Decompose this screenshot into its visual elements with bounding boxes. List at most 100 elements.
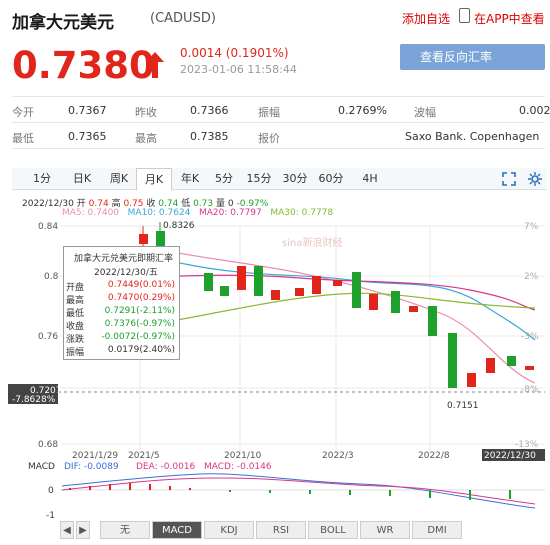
min-label: 0.7151	[447, 401, 479, 411]
stat-value: 0.7366	[190, 104, 229, 117]
candle	[507, 356, 516, 366]
divider	[12, 122, 545, 123]
tab-wr[interactable]: WR	[360, 521, 410, 539]
candle	[409, 306, 418, 312]
tab-30min[interactable]: 30分	[280, 168, 310, 190]
scroll-right-button[interactable]: ▶	[76, 521, 90, 539]
pct-tick: 7%	[524, 222, 539, 232]
tab-yearly[interactable]: 年K	[175, 168, 205, 190]
tab-daily[interactable]: 日K	[67, 168, 97, 190]
stat-value: 0.7365	[68, 130, 107, 143]
macd-dea: DEA: -0.0016	[136, 462, 196, 472]
max-label: 0.8326	[163, 221, 195, 231]
tab-dmi[interactable]: DMI	[412, 521, 462, 539]
tab-monthly[interactable]: 月K	[136, 168, 172, 191]
tooltip-key: 最高	[66, 296, 85, 306]
candle	[312, 276, 321, 294]
tooltip-value: 0.7470(0.29%)	[107, 293, 175, 303]
tab-rsi[interactable]: RSI	[256, 521, 306, 539]
price-change: 0.0014 (0.1901%)	[180, 46, 289, 60]
candle	[352, 272, 361, 308]
y-tick: 0.8	[44, 272, 59, 282]
macd-value: MACD: -0.0146	[204, 462, 272, 472]
macd-y-tick: -1	[46, 511, 55, 518]
page-title: 加拿大元美元	[12, 13, 114, 33]
period-tabs: 1分 日K 周K 月K 年K 5分 15分 30分 60分 4H	[12, 168, 547, 191]
fullscreen-icon[interactable]	[502, 172, 516, 186]
divider	[12, 96, 545, 97]
candle	[391, 291, 400, 313]
watermark: sina新浪财经	[282, 236, 342, 249]
candle	[220, 286, 229, 296]
pct-tick: -13%	[515, 440, 539, 450]
tooltip-title: 加拿大元兑美元即期汇率	[74, 254, 174, 264]
tooltip-value: -0.0072(-0.97%)	[101, 332, 175, 342]
pct-tick: -3%	[521, 332, 539, 342]
divider	[12, 148, 545, 149]
candle	[525, 366, 534, 370]
macd-title: MACD	[28, 462, 55, 472]
macd-dea-line	[61, 477, 536, 505]
add-watchlist-button[interactable]: 添加自选	[402, 10, 450, 27]
y-tick: 0.84	[38, 222, 58, 232]
candle	[295, 288, 304, 296]
pct-tick: 2%	[524, 272, 539, 282]
ma20-line	[119, 274, 536, 311]
candle	[467, 373, 476, 387]
tooltip-key: 开盘	[66, 283, 85, 293]
x-tick: 2021/1/29	[72, 451, 118, 461]
ma30-label: MA30: 0.7778	[270, 208, 334, 218]
x-tick: 2021/5	[128, 451, 160, 461]
cursor-pct: -7.8628%	[12, 395, 56, 405]
tab-5min[interactable]: 5分	[209, 168, 239, 190]
tooltip-key: 最低	[66, 309, 85, 319]
settings-icon[interactable]	[528, 172, 542, 186]
stat-label: 波幅	[414, 106, 436, 119]
tab-boll[interactable]: BOLL	[308, 521, 358, 539]
stat-value: 0.7385	[190, 130, 229, 143]
stat-value: Saxo Bank. Copenhagen	[405, 130, 540, 143]
stat-label: 最低	[12, 132, 34, 145]
candle	[369, 294, 378, 310]
tooltip-value: 0.7291(-2.11%)	[104, 306, 175, 316]
reverse-rate-button[interactable]: 查看反向汇率 USDCAD	[400, 44, 545, 90]
tab-kdj[interactable]: KDJ	[204, 521, 254, 539]
tooltip-key: 涨跌	[66, 335, 85, 345]
ma30-line	[159, 292, 536, 324]
stat-label: 报价	[258, 132, 280, 145]
macd-dif: DIF: -0.0089	[64, 462, 119, 472]
candle	[254, 266, 263, 296]
reverse-rate-label: 查看反向汇率 USDCAD	[420, 50, 493, 90]
tab-1min[interactable]: 1分	[27, 168, 57, 190]
tooltip-value: 0.7449(0.01%)	[107, 280, 175, 290]
tab-15min[interactable]: 15分	[244, 168, 274, 190]
candle	[448, 333, 457, 388]
x-tick: 2022/3	[322, 451, 354, 461]
tab-macd[interactable]: MACD	[152, 521, 202, 539]
candle	[139, 234, 148, 244]
tooltip-value: 0.7376(-0.97%)	[104, 319, 175, 329]
tooltip-key: 振幅	[66, 348, 85, 358]
tooltip-key: 收盘	[66, 322, 85, 332]
candle	[237, 266, 246, 290]
stat-label: 振幅	[258, 106, 280, 119]
stat-label: 今开	[12, 106, 34, 119]
x-tick: 2022/8	[418, 451, 450, 461]
up-arrow-icon	[146, 52, 164, 78]
x-cursor-label: 2022/12/30	[484, 451, 536, 461]
tab-60min[interactable]: 60分	[316, 168, 346, 190]
ma10-label: MA10: 0.7624	[127, 208, 191, 218]
x-tick: 2021/10	[224, 451, 262, 461]
open-app-button[interactable]: 在APP中查看	[474, 10, 545, 27]
timestamp: 2023-01-06 11:58:44	[180, 63, 297, 76]
candle	[271, 290, 280, 300]
pct-tick: -8%	[521, 385, 539, 395]
stat-label: 昨收	[135, 106, 157, 119]
stat-value: 0.7367	[68, 104, 107, 117]
candle	[428, 306, 437, 336]
tab-none[interactable]: 无	[100, 521, 150, 539]
tab-weekly[interactable]: 周K	[104, 168, 134, 190]
tab-4h[interactable]: 4H	[355, 168, 385, 190]
tooltip-value: 0.0179(2.40%)	[107, 345, 175, 355]
scroll-left-button[interactable]: ◀	[60, 521, 74, 539]
